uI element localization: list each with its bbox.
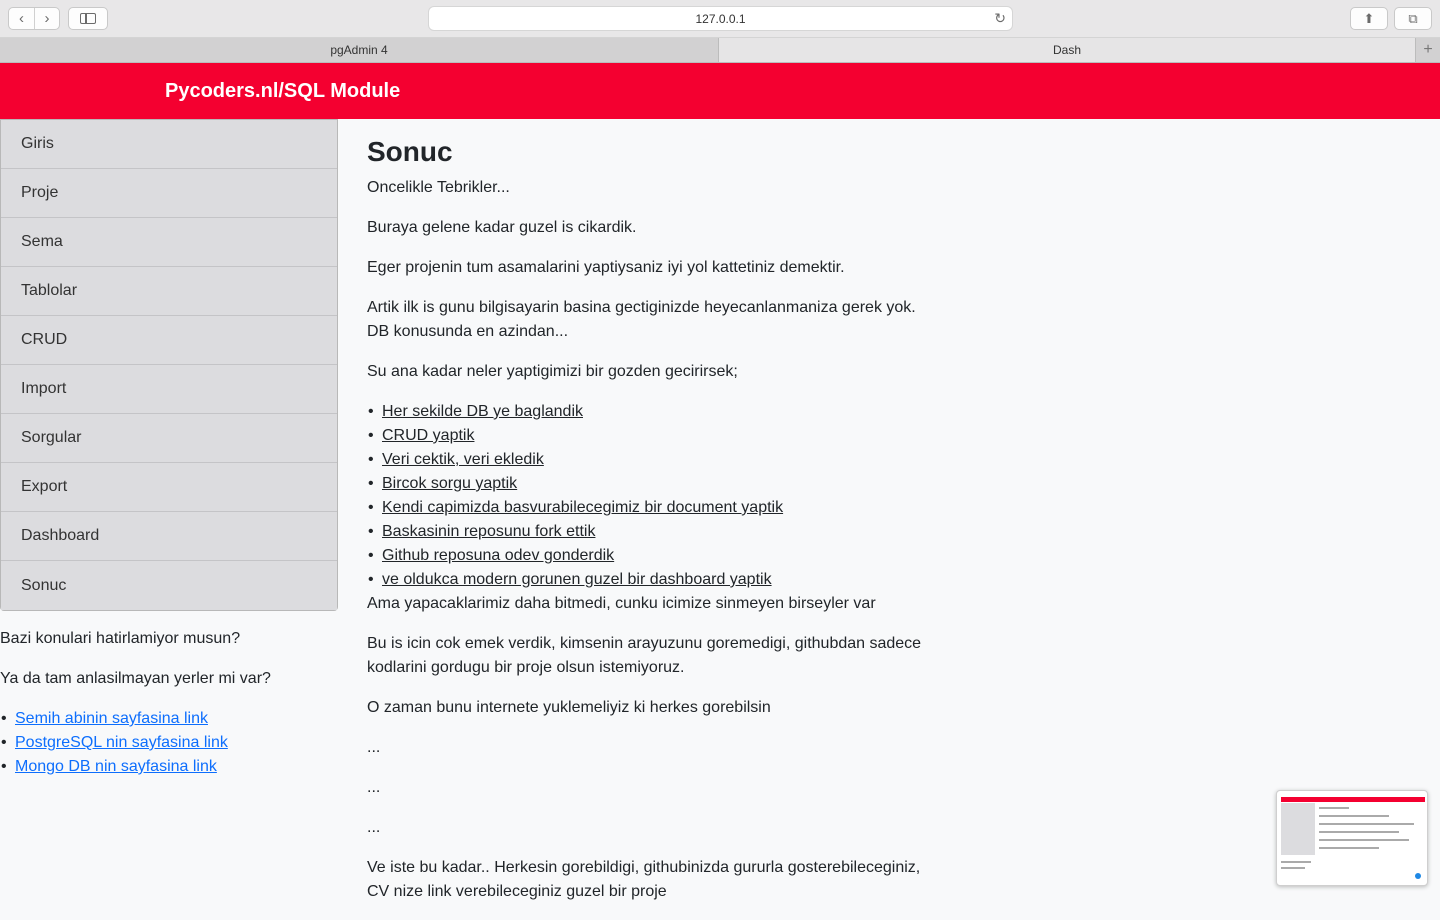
screenshot-thumbnail[interactable] — [1276, 790, 1428, 886]
list-item: Her sekilde DB ye baglandik — [367, 400, 942, 424]
paragraph-review-intro: Su ana kadar neler yaptigimizi bir gozde… — [367, 363, 738, 380]
list-item: Kendi capimizda basvurabilecegimiz bir d… — [367, 496, 942, 520]
list-item: Baskasinin reposunu fork ettik — [367, 520, 942, 544]
thumbnail-line — [1319, 807, 1349, 809]
sidebar-item-sema[interactable]: Sema — [1, 218, 337, 267]
list-item: Mongo DB nin sayfasina link — [0, 755, 340, 779]
reference-links: Semih abinin sayfasina link PostgreSQL n… — [0, 707, 340, 779]
paragraph-final: Ve iste bu kadar.. Herkesin gorebildigi,… — [367, 859, 921, 900]
achievement-link[interactable]: CRUD yaptik — [382, 427, 474, 444]
sidebar-notes: Bazi konulari hatirlamiyor musun? Ya da … — [0, 627, 340, 779]
achievements-list: Her sekilde DB ye baglandik CRUD yaptik … — [367, 400, 942, 592]
thumbnail-line — [1319, 831, 1399, 833]
browser-toolbar: ‹ › 127.0.0.1 ↻ ⬆ ⧉ — [0, 0, 1440, 38]
app-header: Pycoders.nl/SQL Module — [0, 63, 1440, 119]
share-icon[interactable]: ⬆ — [1350, 7, 1388, 30]
list-item: Bircok sorgu yaptik — [367, 472, 942, 496]
paragraph-good-work: Buraya gelene kadar guzel is cikardik. — [367, 219, 637, 236]
semih-page-link[interactable]: Semih abinin sayfasina link — [15, 710, 208, 727]
achievement-link[interactable]: Her sekilde DB ye baglandik — [382, 403, 583, 420]
sidebar-question-2: Ya da tam anlasilmayan yerler mi var? — [0, 670, 271, 687]
ellipsis-1: ... — [367, 739, 381, 756]
mongodb-page-link[interactable]: Mongo DB nin sayfasina link — [15, 758, 217, 775]
thumbnail-line — [1281, 867, 1305, 869]
address-url: 127.0.0.1 — [695, 11, 746, 26]
ellipsis-3: ... — [367, 819, 381, 836]
paragraph-effort: Bu is icin cok emek verdik, kimsenin ara… — [367, 635, 922, 676]
achievement-link[interactable]: ve oldukca modern gorunen guzel bir dash… — [382, 571, 772, 588]
app-title: Pycoders.nl/SQL Module — [165, 80, 401, 102]
sidebar-item-export[interactable]: Export — [1, 463, 337, 512]
tab-pgadmin[interactable]: pgAdmin 4 — [0, 38, 719, 62]
tab-strip: pgAdmin 4 Dash + — [0, 38, 1440, 63]
paragraph-not-done: Ama yapacaklarimiz daha bitmedi, cunku i… — [367, 595, 876, 612]
tab-dash[interactable]: Dash — [719, 38, 1415, 62]
nav-buttons: ‹ › — [8, 7, 60, 30]
sidebar-item-import[interactable]: Import — [1, 365, 337, 414]
sidebar-item-sonuc[interactable]: Sonuc — [1, 561, 337, 610]
sidebar-item-crud[interactable]: CRUD — [1, 316, 337, 365]
sidebar-item-tablolar[interactable]: Tablolar — [1, 267, 337, 316]
paragraph-congrats: Oncelikle Tebrikler... — [367, 179, 510, 196]
achievement-link[interactable]: Kendi capimizda basvurabilecegimiz bir d… — [382, 499, 783, 516]
list-item: ve oldukca modern gorunen guzel bir dash… — [367, 568, 942, 592]
achievement-link[interactable]: Bircok sorgu yaptik — [382, 475, 517, 492]
achievement-link[interactable]: Baskasinin reposunu fork ettik — [382, 523, 595, 540]
ellipsis-2: ... — [367, 779, 381, 796]
thumbnail-line — [1319, 847, 1379, 849]
sidebar-toggle-button[interactable] — [68, 7, 108, 30]
thumbnail-line — [1319, 839, 1409, 841]
address-bar[interactable]: 127.0.0.1 ↻ — [428, 6, 1013, 31]
postgresql-page-link[interactable]: PostgreSQL nin sayfasina link — [15, 734, 228, 751]
list-item: CRUD yaptik — [367, 424, 942, 448]
thumbnail-header — [1281, 797, 1425, 802]
thumbnail-line — [1319, 823, 1414, 825]
sidebar-item-dashboard[interactable]: Dashboard — [1, 512, 337, 561]
main-content: Sonuc Oncelikle Tebrikler... Buraya gele… — [367, 134, 942, 920]
thumbnail-indicator-icon — [1415, 873, 1421, 879]
reload-icon[interactable]: ↻ — [994, 10, 1006, 27]
thumbnail-sidebar — [1281, 803, 1315, 855]
thumbnail-line — [1319, 815, 1389, 817]
list-item: Veri cektik, veri ekledik — [367, 448, 942, 472]
sidebar-item-giris[interactable]: Giris — [1, 120, 337, 169]
sidebar-menu: Giris Proje Sema Tablolar CRUD Import So… — [0, 119, 338, 611]
achievement-link[interactable]: Github reposuna odev gonderdik — [382, 547, 614, 564]
tabs-overview-icon[interactable]: ⧉ — [1394, 7, 1432, 30]
back-icon[interactable]: ‹ — [9, 8, 34, 29]
page-title: Sonuc — [367, 136, 453, 167]
sidebar-toggle-icon — [80, 13, 96, 24]
sidebar-question-1: Bazi konulari hatirlamiyor musun? — [0, 630, 241, 647]
list-item: Github reposuna odev gonderdik — [367, 544, 942, 568]
forward-icon[interactable]: › — [33, 8, 59, 29]
paragraph-deploy: O zaman bunu internete yuklemeliyiz ki h… — [367, 699, 771, 716]
list-item: PostgreSQL nin sayfasina link — [0, 731, 340, 755]
paragraph-confidence: Artik ilk is gunu bilgisayarin basina ge… — [367, 299, 916, 340]
thumbnail-line — [1281, 861, 1311, 863]
sidebar-item-proje[interactable]: Proje — [1, 169, 337, 218]
new-tab-button[interactable]: + — [1415, 38, 1440, 62]
achievement-link[interactable]: Veri cektik, veri ekledik — [382, 451, 544, 468]
paragraph-progress: Eger projenin tum asamalarini yaptiysani… — [367, 259, 845, 276]
list-item: Semih abinin sayfasina link — [0, 707, 340, 731]
sidebar-item-sorgular[interactable]: Sorgular — [1, 414, 337, 463]
